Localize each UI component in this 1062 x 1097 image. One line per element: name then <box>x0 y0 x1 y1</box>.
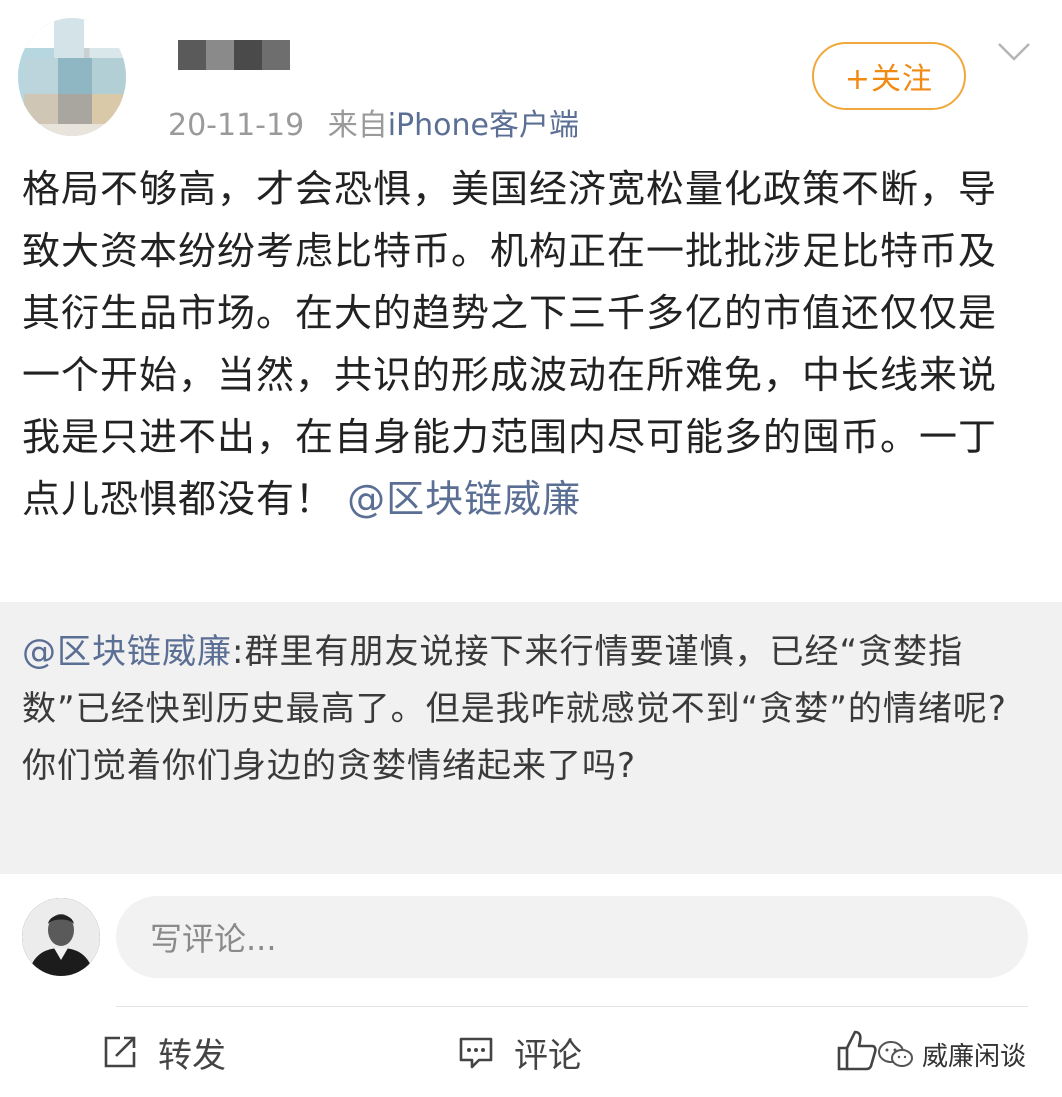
repost-text-2: 你们觉着你们身边的贪婪情绪起来了吗? <box>22 746 637 786</box>
reposted-content[interactable]: @区块链威廉:群里有朋友说接下来行情要谨慎，已经“贪婪指数”已经快到历史最高了。… <box>0 602 1062 874</box>
repost-body: @区块链威廉:群里有朋友说接下来行情要谨慎，已经“贪婪指数”已经快到历史最高了。… <box>22 624 1032 795</box>
comment-input[interactable]: 写评论... <box>116 896 1028 978</box>
share-icon <box>104 1036 136 1068</box>
post-meta: 20-11-19 来自iPhone客户端 <box>168 100 579 144</box>
repost-button[interactable]: 转发 <box>102 1024 226 1080</box>
post-mention-link[interactable]: @区块链威廉 <box>347 477 581 521</box>
username-blurred[interactable] <box>178 40 290 70</box>
post-date: 20-11-19 <box>168 108 305 143</box>
post-text: 格局不够高，才会恐惧，美国经济宽松量化政策不断，导致大资本纷纷考虑比特币。机构正… <box>22 167 998 521</box>
like-icon[interactable] <box>836 1028 878 1072</box>
divider <box>116 1006 1028 1007</box>
commenter-avatar <box>22 898 100 976</box>
chevron-down-icon[interactable] <box>996 40 1032 64</box>
comment-button[interactable]: 评论 <box>458 1024 582 1080</box>
post-body: 格局不够高，才会恐惧，美国经济宽松量化政策不断，导致大资本纷纷考虑比特币。机构正… <box>22 158 1022 530</box>
post-source-prefix: 来自 <box>327 108 388 143</box>
repost-mention-link[interactable]: @区块链威廉 <box>22 632 232 672</box>
watermark: 威廉闲谈 <box>876 1036 1026 1073</box>
repost-label: 转发 <box>158 1035 226 1076</box>
comment-icon <box>459 1037 493 1069</box>
wechat-icon <box>878 1040 913 1067</box>
comment-placeholder: 写评论... <box>150 920 277 958</box>
watermark-text: 威廉闲谈 <box>922 1042 1027 1072</box>
comment-label: 评论 <box>514 1035 582 1076</box>
follow-button[interactable]: +关注 <box>812 42 966 110</box>
post-source[interactable]: iPhone客户端 <box>388 108 579 143</box>
user-avatar-blurred[interactable] <box>18 18 126 136</box>
